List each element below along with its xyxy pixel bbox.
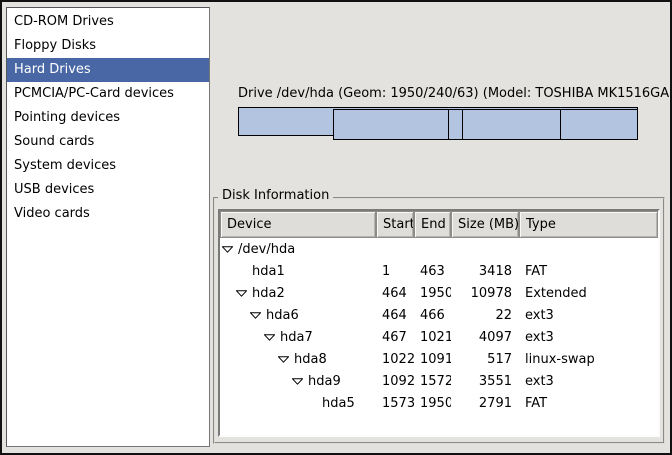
device-label: hda7 — [280, 330, 313, 345]
end-value: 1950 — [414, 396, 451, 411]
partition-divider-hda9 — [462, 110, 463, 139]
column-header-device[interactable]: Device — [220, 211, 376, 238]
size-value: 3551 — [451, 374, 519, 389]
start-value: 1092 — [376, 374, 414, 389]
table-row--dev-hda[interactable]: /dev/hda — [220, 238, 658, 260]
partition-table-header: Device Start End Size (MB) Type — [220, 211, 658, 238]
type-value: FAT — [519, 396, 658, 411]
sidebar-item-cd-rom-drives[interactable]: CD-ROM Drives — [7, 10, 209, 34]
start-value: 1573 — [376, 396, 414, 411]
end-value: 463 — [414, 264, 451, 279]
drive-title: Drive /dev/hda (Geom: 1950/240/63) (Mode… — [238, 86, 638, 101]
table-row-hda5[interactable]: hda5 157319502791FAT — [220, 392, 658, 414]
partition-divider-hda8 — [448, 110, 449, 139]
size-value: 2791 — [451, 396, 519, 411]
column-header-start[interactable]: Start — [376, 211, 414, 238]
expander-open-icon[interactable] — [222, 246, 233, 253]
type-value: ext3 — [519, 308, 658, 323]
size-value: 10978 — [451, 286, 519, 301]
expander-open-icon[interactable] — [264, 334, 275, 341]
sidebar-item-pointing-devices[interactable]: Pointing devices — [7, 106, 209, 130]
table-row-hda1[interactable]: hda1 14633418FAT — [220, 260, 658, 282]
start-value: 1 — [376, 264, 414, 279]
start-value: 1022 — [376, 352, 414, 367]
expander-slot[interactable] — [222, 246, 238, 253]
table-row-hda6[interactable]: hda6 46446622ext3 — [220, 304, 658, 326]
device-label: hda1 — [252, 264, 285, 279]
sidebar-item-video-cards[interactable]: Video cards — [7, 202, 209, 226]
partition-bar — [238, 107, 638, 141]
expander-slot[interactable] — [250, 312, 266, 319]
table-row-hda8[interactable]: hda8 10221091517linux-swap — [220, 348, 658, 370]
expander-open-icon[interactable] — [236, 290, 247, 297]
partition-table: Device Start End Size (MB) Type /dev/hda… — [218, 209, 660, 437]
expander-slot[interactable] — [278, 356, 294, 363]
sidebar-item-sound-cards[interactable]: Sound cards — [7, 130, 209, 154]
size-value: 22 — [451, 308, 519, 323]
device-label: hda5 — [322, 396, 355, 411]
partition-table-body: /dev/hdahda114633418FAThda2464195010978E… — [220, 238, 658, 435]
expander-open-icon[interactable] — [292, 378, 303, 385]
table-row-hda7[interactable]: hda7 46710214097ext3 — [220, 326, 658, 348]
start-value: 464 — [376, 286, 414, 301]
sidebar-item-usb-devices[interactable]: USB devices — [7, 178, 209, 202]
type-value: ext3 — [519, 330, 658, 345]
table-row-hda2[interactable]: hda2 464195010978Extended — [220, 282, 658, 304]
disk-information-label: Disk Information — [218, 188, 333, 203]
column-header-size-mb[interactable]: Size (MB) — [451, 211, 519, 238]
expander-open-icon[interactable] — [250, 312, 261, 319]
device-category-list: CD-ROM DrivesFloppy DisksHard DrivesPCMC… — [6, 7, 210, 447]
sidebar-item-system-devices[interactable]: System devices — [7, 154, 209, 178]
sidebar-item-floppy-disks[interactable]: Floppy Disks — [7, 34, 209, 58]
size-value: 4097 — [451, 330, 519, 345]
start-value: 467 — [376, 330, 414, 345]
device-label: /dev/hda — [238, 242, 295, 257]
end-value: 1950 — [414, 286, 451, 301]
hardware-browser-window: CD-ROM DrivesFloppy DisksHard DrivesPCMC… — [0, 0, 672, 455]
column-header-end[interactable]: End — [414, 211, 451, 238]
extended-partition-box — [333, 109, 638, 140]
column-header-type[interactable]: Type — [519, 211, 658, 238]
size-value: 3418 — [451, 264, 519, 279]
expander-slot[interactable] — [236, 290, 252, 297]
device-label: hda2 — [252, 286, 285, 301]
end-value: 1021 — [414, 330, 451, 345]
device-label: hda6 — [266, 308, 299, 323]
end-value: 466 — [414, 308, 451, 323]
start-value: 464 — [376, 308, 414, 323]
partition-divider-hda5 — [560, 110, 561, 139]
table-row-hda9[interactable]: hda9 109215723551ext3 — [220, 370, 658, 392]
type-value: FAT — [519, 264, 658, 279]
end-value: 1572 — [414, 374, 451, 389]
sidebar-item-hard-drives[interactable]: Hard Drives — [7, 58, 209, 82]
type-value: linux-swap — [519, 352, 658, 367]
type-value: Extended — [519, 286, 658, 301]
expander-slot[interactable] — [264, 334, 280, 341]
expander-open-icon[interactable] — [278, 356, 289, 363]
device-label: hda9 — [308, 374, 341, 389]
sidebar-item-pcmcia-pc-card-devices[interactable]: PCMCIA/PC-Card devices — [7, 82, 209, 106]
device-label: hda8 — [294, 352, 327, 367]
expander-slot[interactable] — [292, 378, 308, 385]
end-value: 1091 — [414, 352, 451, 367]
type-value: ext3 — [519, 374, 658, 389]
size-value: 517 — [451, 352, 519, 367]
